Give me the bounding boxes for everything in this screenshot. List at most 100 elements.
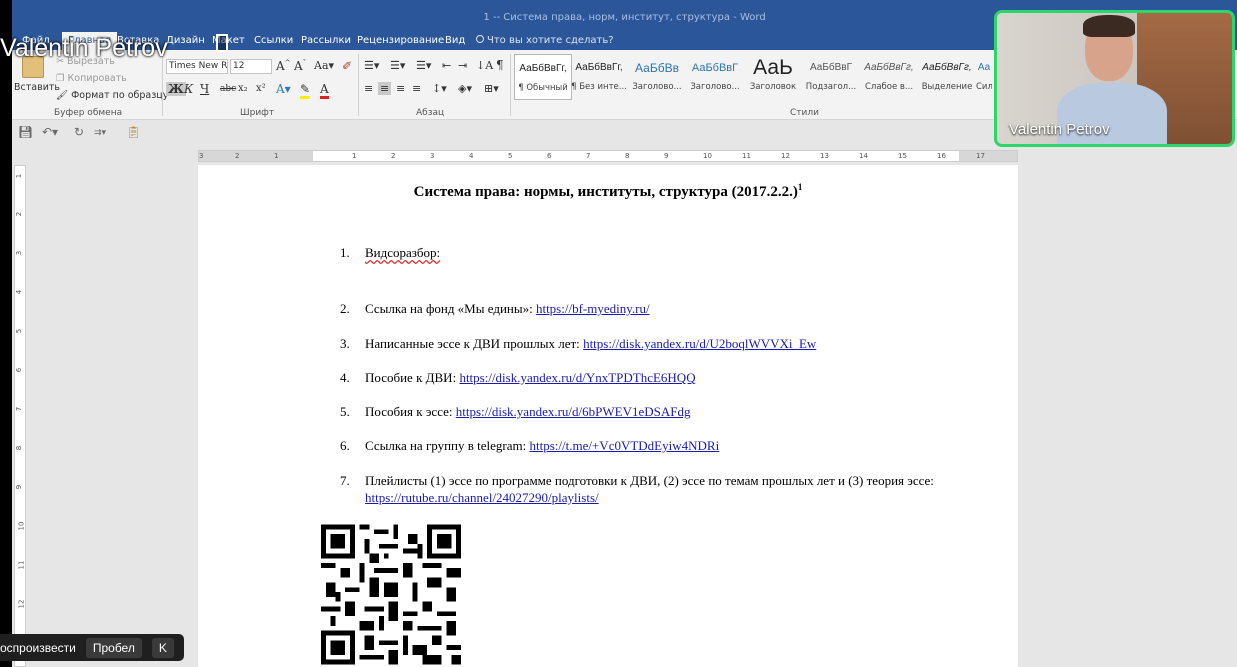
ruler-tick: 9	[664, 152, 669, 160]
style-preview: Аа	[977, 62, 991, 73]
cursor-box	[216, 34, 228, 52]
document-page[interactable]: Система права: нормы, институты, структу…	[198, 165, 1018, 667]
sort-icon[interactable]: ↓A	[476, 59, 493, 72]
style-preview: АаБбВвГ	[809, 62, 853, 73]
decrease-indent-icon[interactable]: ⇤	[442, 59, 451, 72]
list-text: Плейлисты (1) эссе по программе подготов…	[365, 473, 934, 488]
style-preview: АаБбВвГ	[691, 62, 739, 74]
tab-review[interactable]: Рецензирование	[357, 35, 444, 46]
tab-references[interactable]: Ссылки	[254, 35, 293, 46]
numbering-icon[interactable]: ☰▾	[390, 59, 405, 72]
ruler-tick: 2	[15, 211, 24, 217]
clipboard-icon[interactable]: 📋︎	[126, 125, 141, 139]
telegram-link[interactable]: https://t.me/+Vc0VTDdEyiw4NDRi	[530, 438, 720, 453]
line-spacing-icon[interactable]: ↕▾	[432, 82, 447, 95]
style-name: Заголово...	[632, 82, 682, 92]
style-subtle-emphasis[interactable]: АаБбВвГг, Слабое в...	[860, 54, 918, 100]
save-icon[interactable]: 💾︎	[18, 125, 33, 139]
align-center-icon[interactable]: ≡	[378, 82, 392, 95]
text-effects-icon[interactable]: A▾	[276, 82, 291, 96]
tab-design[interactable]: Дизайн	[166, 35, 205, 46]
align-left-icon[interactable]: ≡	[364, 82, 373, 95]
list-text: Написанные эссе к ДВИ прошлых лет:	[365, 336, 584, 351]
document-title: Система права: нормы, институты, структу…	[198, 182, 1018, 201]
style-title[interactable]: АаЬ Заголовок	[744, 54, 802, 100]
ruler-tick: 5	[15, 328, 24, 334]
grow-font-icon[interactable]: A^	[276, 59, 291, 73]
italic-button[interactable]: К	[184, 82, 193, 96]
align-right-icon[interactable]: ≡	[396, 82, 405, 95]
multilevel-list-icon[interactable]: ☰▾	[416, 59, 431, 72]
font-name-combo[interactable]: Times New R	[166, 59, 228, 74]
style-preview: АаБбВв	[635, 61, 679, 75]
ruler-tick: 1	[15, 173, 24, 179]
ruler-tick: 11	[17, 560, 26, 570]
underline-button[interactable]: Ч	[200, 82, 209, 96]
increase-indent-icon[interactable]: ⇥	[458, 59, 467, 72]
style-emphasis[interactable]: АаБбВвГг, Выделение	[918, 54, 976, 100]
bullets-icon[interactable]: ☰▾	[364, 59, 379, 72]
ruler-tick: 15	[898, 152, 907, 160]
playlists-link[interactable]: https://rutube.ru/channel/24027290/playl…	[365, 490, 599, 505]
subscript-button[interactable]: x₂	[238, 83, 248, 94]
speaker-video-tile[interactable]: Valentin Petrov	[994, 10, 1235, 147]
tell-me-text: Что вы хотите сделать?	[487, 35, 614, 46]
list-number: 6.	[340, 438, 350, 453]
ruler-tick: 5	[508, 152, 513, 160]
ruler-tick: 3	[15, 250, 24, 256]
redo-icon[interactable]: ↻	[74, 125, 84, 139]
ruler-margin-left	[199, 151, 313, 161]
font-color-icon[interactable]: A	[320, 82, 329, 99]
list-text: Видсоразбор:	[365, 245, 441, 260]
customize-icon[interactable]: ⇉▾	[94, 127, 106, 138]
style-no-spacing[interactable]: АаБбВвГг, ¶ Без инте...	[570, 54, 628, 100]
ruler-margin-right	[959, 151, 1017, 161]
pilcrow-icon[interactable]: ¶	[496, 58, 504, 72]
tab-view[interactable]: Вид	[445, 35, 465, 46]
ruler-tick: 13	[820, 152, 829, 160]
ruler-tick: 10	[703, 152, 712, 160]
style-preview: АаБбВвГг,	[864, 62, 914, 73]
change-case-icon[interactable]: Aa▾	[314, 59, 334, 72]
superscript-button[interactable]: x²	[256, 83, 266, 94]
style-subtitle[interactable]: АаБбВвГ Подзагол...	[802, 54, 860, 100]
strikethrough-button[interactable]: abc	[220, 84, 236, 94]
style-heading-1[interactable]: АаБбВв Заголово...	[628, 54, 686, 100]
borders-icon[interactable]: ⊞▾	[484, 82, 499, 95]
tab-mailings[interactable]: Рассылки	[301, 35, 351, 46]
clear-format-icon[interactable]: ✐	[342, 59, 352, 73]
font-size-combo[interactable]: 12	[230, 59, 272, 74]
style-preview: АаЬ	[753, 56, 793, 79]
style-preview: АаБбВвГг,	[519, 63, 567, 74]
copy-label: Копировать	[67, 73, 127, 84]
shading-icon[interactable]: ◈▾	[458, 82, 472, 95]
format-painter-button[interactable]: 🖌 Формат по образцу	[56, 90, 168, 101]
copy-button[interactable]: ❐ Копировать	[56, 73, 127, 84]
paste-button[interactable]: Вставить	[14, 82, 60, 93]
speaker-name: Valentin Petrov	[1009, 121, 1110, 138]
styles-group-label: Стили	[790, 108, 819, 118]
horizontal-ruler[interactable]: 3 2 1 1 2 3 4 5 6 7 8 9 10 11 12 13 14 1…	[198, 150, 1018, 162]
list-number: 7.	[340, 473, 350, 488]
highlight-icon[interactable]: ✎	[300, 82, 311, 99]
essay-guides-link[interactable]: https://disk.yandex.ru/d/6bPWEV1eDSAFdg	[456, 404, 691, 419]
style-normal[interactable]: АаБбВвГг, ¶ Обычный	[514, 54, 572, 100]
dvi-guide-link[interactable]: https://disk.yandex.ru/d/YnxTPDThcE6HQQ	[459, 370, 695, 385]
shrink-font-icon[interactable]: Aˇ	[294, 59, 306, 73]
bold-button[interactable]: Ж	[166, 82, 186, 96]
hint-action: оспроизвести	[0, 640, 76, 655]
vertical-ruler[interactable]: 1 2 3 4 5 6 7 8 9 10 11 12	[14, 165, 26, 667]
tell-me-box[interactable]: Что вы хотите сделать?	[476, 35, 614, 46]
ruler-tick: 8	[625, 152, 630, 160]
ruler-tick: 1	[352, 152, 357, 160]
justify-icon[interactable]: ≡	[412, 82, 421, 95]
font-group-label: Шрифт	[240, 108, 275, 118]
undo-icon[interactable]: ↶▾	[42, 125, 58, 139]
fund-link[interactable]: https://bf-myediny.ru/	[536, 301, 650, 316]
style-strong[interactable]: Аа Сил	[976, 54, 992, 100]
list-number: 4.	[340, 370, 350, 385]
list-number: 2.	[340, 301, 350, 316]
essays-link[interactable]: https://disk.yandex.ru/d/U2boqlWVVXi_Ew	[583, 336, 816, 351]
style-heading-2[interactable]: АаБбВвГ Заголово...	[686, 54, 744, 100]
ruler-tick: 17	[976, 152, 985, 160]
